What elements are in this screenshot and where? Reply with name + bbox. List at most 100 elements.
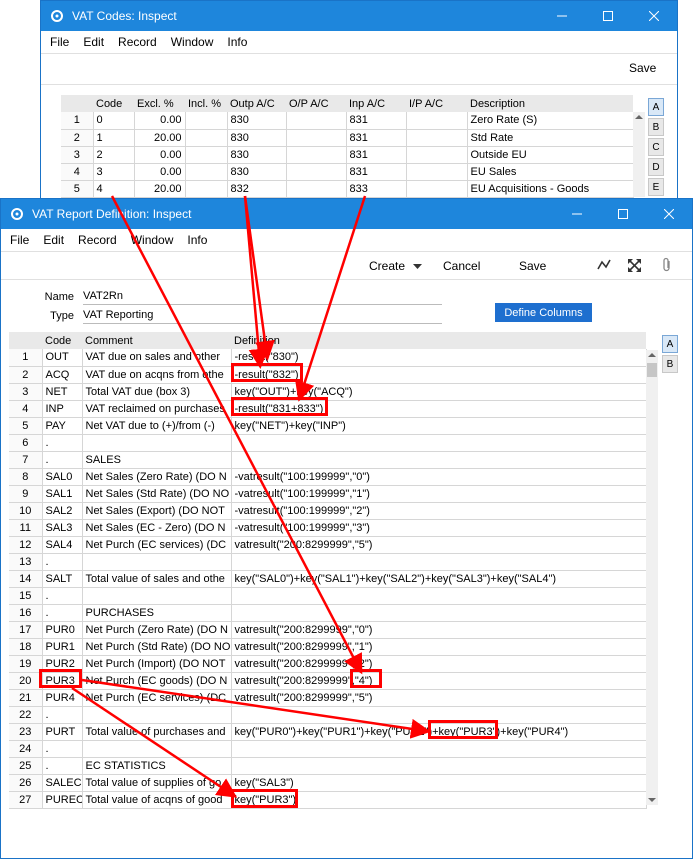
code-cell[interactable]: NET [42, 383, 83, 401]
minimize-icon[interactable] [554, 199, 600, 229]
menu-window[interactable]: Window [164, 35, 221, 49]
cell[interactable]: Outside EU [467, 146, 634, 164]
code-cell[interactable]: . [42, 740, 83, 758]
table-row[interactable]: 4 INP VAT reclaimed on purchases -result("8… [9, 400, 647, 418]
definition-cell[interactable]: -result("831+833") [231, 400, 647, 418]
table-row[interactable]: 18 PUR1 Net Purch (Std Rate) (DO NO vatresu… [9, 638, 647, 656]
cell[interactable] [286, 146, 347, 164]
table-row[interactable]: 25. EC STATISTICS [9, 757, 647, 775]
cell[interactable]: EU Sales [467, 163, 634, 181]
tab-a[interactable]: A [648, 98, 664, 116]
definition-cell[interactable]: key("SAL0")+key("SAL1")+key("SAL2")+key(… [231, 570, 647, 588]
menu-edit[interactable]: Edit [36, 233, 71, 247]
table-row[interactable]: 14 SALT Total value of sales and othe key("… [9, 570, 647, 588]
col-header[interactable] [9, 332, 42, 349]
comment-cell[interactable]: VAT due on sales and other [82, 349, 232, 367]
table-row[interactable]: 5 4 20.00 832 833 EU Acquisitions - Good… [61, 180, 634, 198]
menu-edit[interactable]: Edit [76, 35, 111, 49]
scroll-down-icon[interactable] [646, 795, 658, 805]
row-number[interactable]: 17 [9, 621, 43, 639]
comment-cell[interactable]: Total value of sales and othe [82, 570, 232, 588]
definition-cell[interactable] [231, 757, 647, 775]
row-number[interactable]: 21 [9, 689, 43, 707]
type-field[interactable]: VAT Reporting [83, 309, 442, 324]
row-number[interactable]: 7 [9, 451, 43, 469]
definition-cell[interactable]: vatresult("200:8299999","1") [231, 638, 647, 656]
row-number[interactable]: 1 [9, 349, 43, 367]
definition-cell[interactable] [231, 740, 647, 758]
definition-cell[interactable] [231, 553, 647, 571]
code-cell[interactable]: OUT [42, 349, 83, 367]
comment-cell[interactable]: Net Purch (Zero Rate) (DO N [82, 621, 232, 639]
table-row[interactable]: 6. [9, 434, 647, 452]
row-number[interactable]: 25 [9, 757, 43, 775]
comment-cell[interactable]: Net Sales (Std Rate) (DO NO [82, 485, 232, 503]
definition-cell[interactable]: key("SAL3") [231, 774, 647, 792]
code-cell[interactable]: SAL3 [42, 519, 83, 537]
cell[interactable]: 831 [346, 163, 407, 181]
comment-cell[interactable]: Net Purch (EC services) (DC [82, 536, 232, 554]
row-number[interactable]: 18 [9, 638, 43, 656]
row-number[interactable]: 9 [9, 485, 43, 503]
menu-record[interactable]: Record [71, 233, 124, 247]
comment-cell[interactable] [82, 706, 232, 724]
row-number[interactable]: 20 [9, 672, 43, 690]
row-number[interactable]: 15 [9, 587, 43, 605]
code-cell[interactable]: SAL0 [42, 468, 83, 486]
table-row[interactable]: 26 SALEC Total value of supplies of go key(… [9, 774, 647, 792]
definition-cell[interactable]: key("NET")+key("INP") [231, 417, 647, 435]
graph-icon[interactable] [597, 259, 611, 274]
vat-codes-titlebar[interactable]: VAT Codes: Inspect [41, 1, 677, 31]
menu-file[interactable]: File [3, 233, 36, 247]
comment-cell[interactable]: Total value of acqns of good [82, 791, 232, 809]
cell[interactable]: 831 [346, 129, 407, 147]
definition-cell[interactable]: -vatresult("100:199999","3") [231, 519, 647, 537]
code-cell[interactable]: SAL4 [42, 536, 83, 554]
definition-cell[interactable] [231, 451, 647, 469]
row-number[interactable]: 2 [9, 366, 43, 384]
row-number[interactable]: 12 [9, 536, 43, 554]
cell[interactable]: 830 [227, 112, 287, 130]
cell[interactable] [406, 180, 468, 198]
code-cell[interactable]: . [42, 434, 83, 452]
cell[interactable] [406, 112, 468, 130]
definition-cell[interactable] [231, 706, 647, 724]
definition-cell[interactable]: vatresult("200:8299999","4") [231, 672, 647, 690]
cell[interactable]: 20.00 [134, 180, 186, 198]
cell[interactable]: 833 [346, 180, 407, 198]
comment-cell[interactable]: Net Sales (EC - Zero) (DO N [82, 519, 232, 537]
table-row[interactable]: 9 SAL1 Net Sales (Std Rate) (DO NO -vatresu… [9, 485, 647, 503]
table-row[interactable]: 21 PUR4 Net Purch (EC services) (DC vatresu… [9, 689, 647, 707]
code-cell[interactable]: SAL1 [42, 485, 83, 503]
name-field[interactable]: VAT2Rn [83, 290, 442, 305]
cell[interactable] [185, 163, 228, 181]
col-header[interactable] [61, 95, 93, 112]
expand-icon[interactable] [628, 259, 641, 275]
col-header[interactable]: Description [467, 95, 633, 112]
table-row[interactable]: 13. [9, 553, 647, 571]
code-cell[interactable]: . [42, 553, 83, 571]
definition-cell[interactable]: vatresult("200:8299999","0") [231, 621, 647, 639]
row-number[interactable]: 1 [61, 112, 94, 130]
create-button[interactable]: Create [369, 259, 423, 273]
code-cell[interactable]: . [42, 757, 83, 775]
comment-cell[interactable]: Net Purch (Import) (DO NOT [82, 655, 232, 673]
paperclip-icon[interactable] [661, 257, 673, 276]
define-columns-button[interactable]: Define Columns [495, 303, 592, 322]
row-number[interactable]: 27 [9, 791, 43, 809]
definition-cell[interactable]: -result("830") [231, 349, 647, 367]
col-header[interactable]: Code [93, 95, 134, 112]
row-number[interactable]: 22 [9, 706, 43, 724]
cell[interactable]: 20.00 [134, 129, 186, 147]
definition-cell[interactable] [231, 604, 647, 622]
cell[interactable] [185, 146, 228, 164]
cell[interactable] [286, 129, 347, 147]
cell[interactable] [406, 146, 468, 164]
menu-file[interactable]: File [43, 35, 76, 49]
comment-cell[interactable]: Net VAT due to (+)/from (-) [82, 417, 232, 435]
table-row[interactable]: 10 SAL2 Net Sales (Export) (DO NOT -vatresu… [9, 502, 647, 520]
row-number[interactable]: 3 [9, 383, 43, 401]
cell[interactable] [185, 180, 228, 198]
definition-cell[interactable]: vatresult("200:8299999","5") [231, 689, 647, 707]
cell[interactable]: 830 [227, 163, 287, 181]
